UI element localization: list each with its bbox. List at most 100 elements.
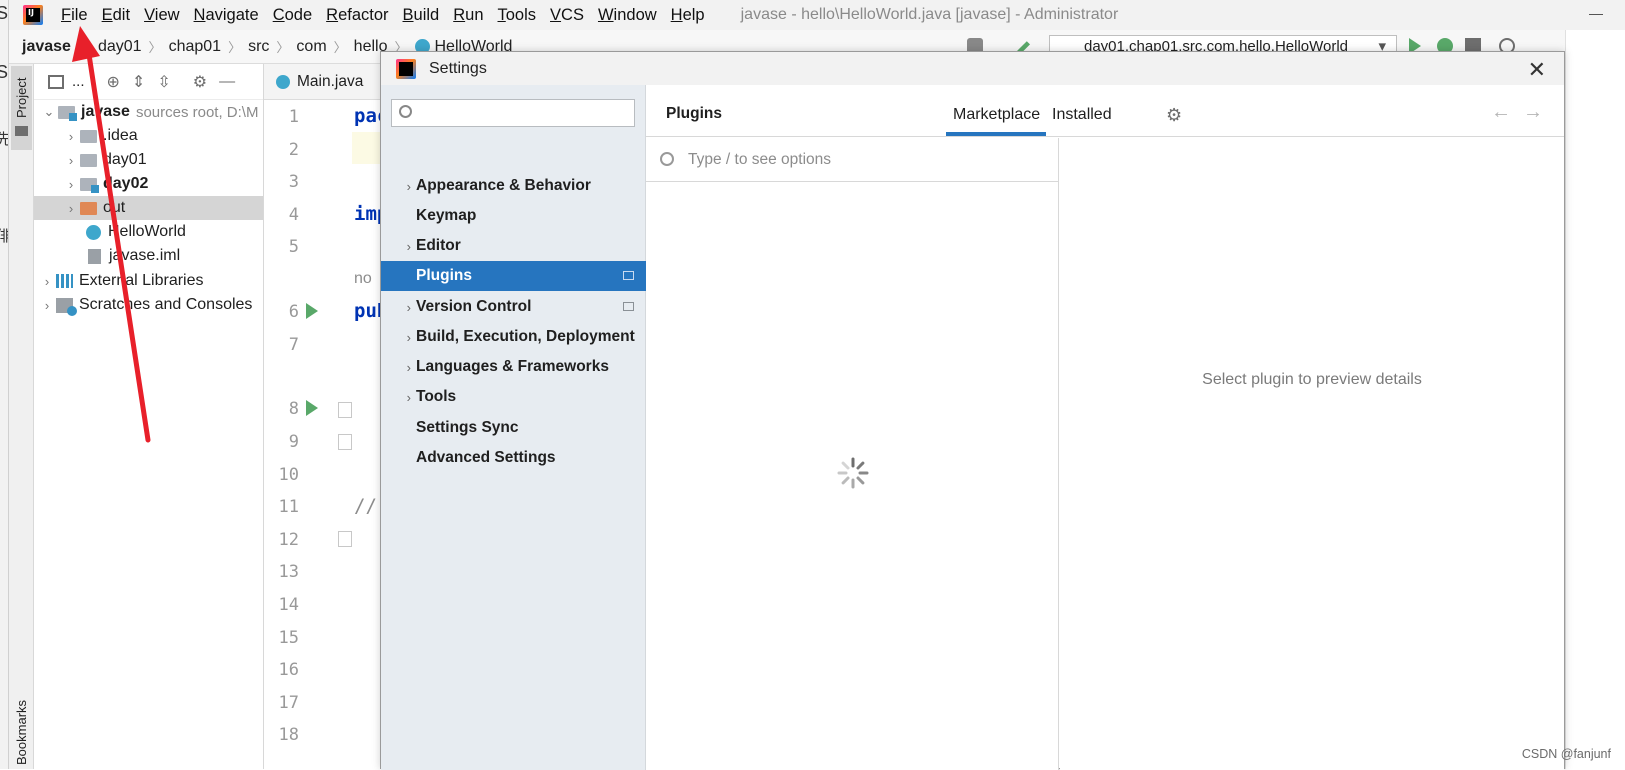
- breadcrumb-item[interactable]: src: [248, 38, 269, 56]
- chevron-right-icon[interactable]: ›: [38, 274, 56, 289]
- edge-char: 先: [0, 128, 9, 149]
- tree-item-root[interactable]: ⌄ javase sources root, D:\M: [40, 100, 258, 124]
- tree-item-scratches[interactable]: › Scratches and Consoles: [38, 293, 252, 317]
- nav-version-control[interactable]: › Version Control: [381, 292, 646, 322]
- tree-item-helloworld[interactable]: HelloWorld: [86, 220, 186, 244]
- intellij-logo-icon[interactable]: IJ: [23, 5, 43, 25]
- project-tool-tab[interactable]: Project: [11, 66, 32, 150]
- menu-build[interactable]: Build: [403, 6, 440, 25]
- menu-help[interactable]: Help: [671, 6, 705, 25]
- chevron-right-icon: 〉: [149, 37, 162, 56]
- edge-char: S: [0, 3, 8, 24]
- tab-marketplace[interactable]: Marketplace: [953, 106, 1040, 124]
- chevron-right-icon: ›: [381, 239, 416, 254]
- collapse-all-icon[interactable]: ⇳: [157, 72, 170, 92]
- library-icon: [56, 274, 73, 288]
- expand-all-icon[interactable]: ⇕: [132, 72, 145, 92]
- menu-window[interactable]: Window: [598, 6, 657, 25]
- breadcrumb-item[interactable]: chap01: [169, 38, 222, 56]
- gear-icon[interactable]: ⚙: [193, 72, 207, 92]
- breadcrumb-item[interactable]: com: [296, 38, 326, 56]
- folder-icon: [80, 154, 97, 167]
- menu-run[interactable]: Run: [453, 6, 483, 25]
- hide-icon[interactable]: —: [219, 73, 235, 91]
- nav-tools[interactable]: › Tools: [381, 382, 646, 412]
- nav-appearance-behavior[interactable]: › Appearance & Behavior: [381, 171, 646, 201]
- breadcrumb-item[interactable]: javase: [22, 38, 71, 56]
- menu-code[interactable]: Code: [273, 6, 312, 25]
- back-arrow-icon[interactable]: ←: [1491, 101, 1511, 124]
- tree-item-iml[interactable]: javase.iml: [88, 244, 180, 268]
- menu-bar: IJ File Edit View Navigate Code Refactor…: [9, 0, 1625, 30]
- line-number: 15: [269, 628, 299, 648]
- line-number: 1: [269, 107, 299, 127]
- line-number: 13: [269, 562, 299, 582]
- nav-keymap[interactable]: Keymap: [381, 201, 646, 231]
- run-method-icon[interactable]: [306, 400, 318, 416]
- forward-arrow-icon[interactable]: →: [1523, 101, 1543, 124]
- nav-plugins[interactable]: Plugins: [381, 261, 646, 291]
- nav-languages-frameworks[interactable]: › Languages & Frameworks: [381, 352, 646, 382]
- fold-icon[interactable]: [338, 531, 352, 547]
- edge-char: S: [0, 62, 8, 83]
- line-number: 14: [269, 595, 299, 615]
- window-icon: [48, 75, 64, 89]
- tree-item-day02[interactable]: › day02: [62, 172, 148, 196]
- editor-gutter: 1 2 3 4 5 6 7 8 9 10 11 12 13 14 15 16 1…: [264, 100, 352, 769]
- project-tab-label: Project: [14, 78, 29, 118]
- intellij-logo-icon: [396, 59, 416, 79]
- menu-edit[interactable]: Edit: [102, 6, 130, 25]
- nav-settings-sync[interactable]: Settings Sync: [381, 413, 646, 443]
- settings-title: Settings: [429, 60, 487, 78]
- editor-tab-main-java[interactable]: Main.java: [297, 73, 363, 91]
- scratches-icon: [56, 298, 73, 313]
- chevron-right-icon: ›: [381, 300, 416, 315]
- nav-build-execution-deployment[interactable]: › Build, Execution, Deployment: [381, 322, 646, 352]
- chevron-right-icon: ›: [381, 390, 416, 405]
- project-view-selector[interactable]: ...: [72, 73, 85, 90]
- crosshair-icon[interactable]: ⊕: [107, 72, 120, 92]
- tab-installed[interactable]: Installed: [1052, 106, 1112, 124]
- tool-window-strip: Project Bookmarks: [9, 64, 34, 769]
- menu-tools[interactable]: Tools: [498, 6, 537, 25]
- menu-view[interactable]: View: [144, 6, 179, 25]
- edge-char: 俳: [0, 225, 9, 246]
- menu-refactor[interactable]: Refactor: [326, 6, 388, 25]
- nav-advanced-settings[interactable]: Advanced Settings: [381, 443, 646, 473]
- chevron-right-icon[interactable]: ›: [62, 201, 80, 216]
- chevron-right-icon[interactable]: ›: [62, 129, 80, 144]
- minimize-icon[interactable]: [1589, 14, 1603, 15]
- chevron-right-icon[interactable]: ›: [38, 298, 56, 313]
- watermark: CSDN @fanjunf: [1522, 747, 1611, 761]
- menu-file[interactable]: File: [61, 6, 88, 25]
- tree-item-day01[interactable]: › day01: [62, 148, 147, 172]
- line-number: 12: [269, 530, 299, 550]
- menu-vcs[interactable]: VCS: [550, 6, 584, 25]
- fold-icon[interactable]: [338, 402, 352, 418]
- plugin-search-box[interactable]: [646, 138, 1058, 182]
- settings-search-box[interactable]: [391, 99, 635, 127]
- menu-navigate[interactable]: Navigate: [194, 6, 259, 25]
- fold-icon[interactable]: [338, 434, 352, 450]
- line-number: 4: [269, 205, 299, 225]
- breadcrumb-item[interactable]: day01: [98, 38, 142, 56]
- code-area[interactable]: pac imp no pub //: [352, 100, 381, 769]
- editor-tab-bar: Main.java: [264, 64, 381, 100]
- chevron-right-icon[interactable]: ›: [62, 177, 80, 192]
- line-number: 3: [269, 172, 299, 192]
- gear-icon[interactable]: ⚙: [1166, 105, 1182, 126]
- bookmarks-tool-tab[interactable]: Bookmarks: [11, 670, 32, 769]
- run-main-icon[interactable]: [306, 303, 318, 319]
- nav-editor[interactable]: › Editor: [381, 231, 646, 261]
- settings-search-input[interactable]: [420, 103, 625, 123]
- project-tool-window: ... ⊕ ⇕ ⇳ ⚙ — ⌄ javase sources root, D:\…: [34, 64, 264, 769]
- chevron-down-icon[interactable]: ⌄: [40, 104, 58, 120]
- tree-item-idea[interactable]: › .idea: [62, 124, 138, 148]
- close-icon[interactable]: ✕: [1528, 57, 1546, 83]
- code-line: pac: [354, 105, 381, 127]
- tree-item-external-libraries[interactable]: › External Libraries: [38, 269, 204, 293]
- module-folder-icon: [80, 178, 97, 191]
- chevron-right-icon[interactable]: ›: [62, 153, 80, 168]
- plugin-search-input[interactable]: [688, 148, 1048, 172]
- tree-item-out[interactable]: › out: [34, 196, 263, 220]
